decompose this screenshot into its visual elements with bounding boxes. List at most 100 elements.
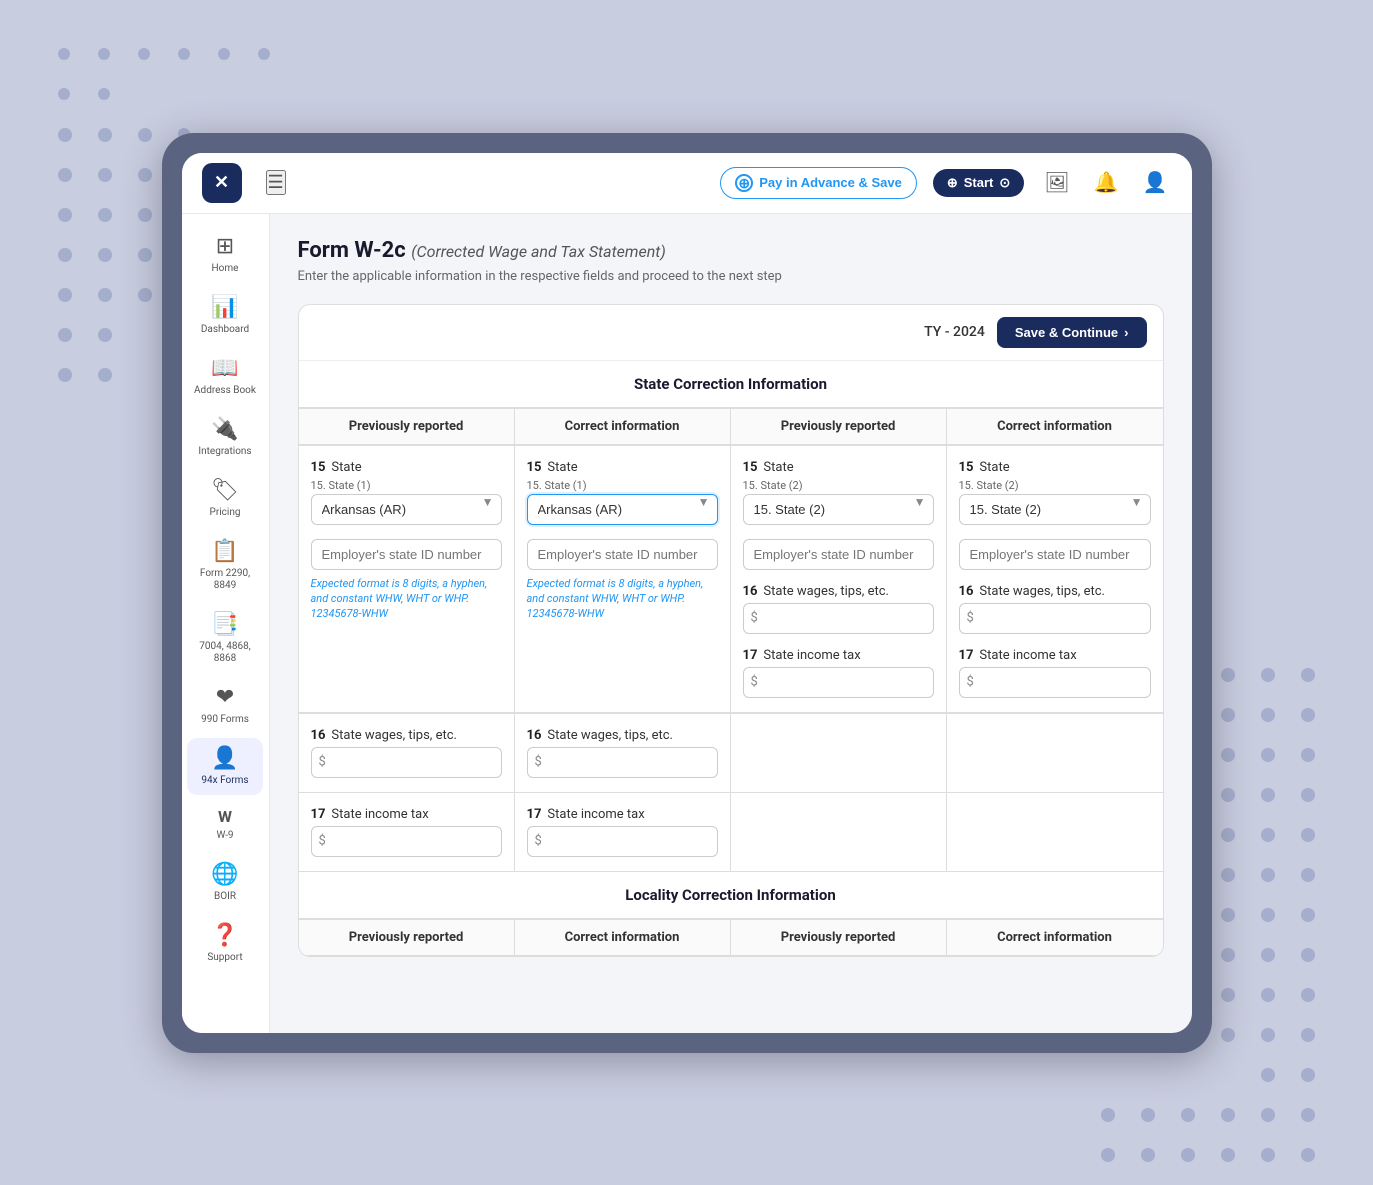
field17-correct1-input[interactable]	[527, 826, 718, 857]
field16-prev2-name: State wages, tips, etc.	[763, 584, 889, 599]
pay-advance-label: Pay in Advance & Save	[759, 175, 902, 190]
field15-prev2-sublabel: 15. State (2)	[743, 479, 934, 492]
f16p1-num: 16	[311, 728, 326, 743]
support-icon: ❓	[211, 923, 238, 948]
f16p1-name: State wages, tips, etc.	[331, 728, 457, 743]
employer-id-correct2-wrap	[959, 535, 1151, 570]
field15-prev2-num: 15	[743, 460, 758, 475]
field16-prev2-dollar-wrap: $	[743, 603, 934, 634]
field16-placeholder-c2	[947, 714, 1163, 792]
start-button[interactable]: ⊕ Start ⊙	[933, 169, 1024, 197]
field15-prev2-select[interactable]: 15. State (2)	[743, 494, 934, 525]
field15-prev1-select[interactable]: Arkansas (AR)	[311, 494, 502, 525]
sidebar-item-form2290[interactable]: 📋 Form 2290, 8849	[187, 531, 263, 600]
form2290-icon: 📋	[211, 539, 238, 564]
sidebar-label-w9: W-9	[217, 830, 234, 842]
field15-correct1-name: State	[547, 460, 577, 475]
field15-name: State	[331, 460, 361, 475]
sidebar-item-pricing[interactable]: 🏷 Pricing	[187, 470, 263, 527]
sidebar-label-7004: 7004, 4868, 8868	[193, 641, 257, 665]
field15-correct2-select-wrap: 15. State (2) 15. State (2) ▼	[959, 479, 1151, 525]
start-label: Start	[964, 175, 994, 190]
col-header-correct1: Correct information	[515, 409, 731, 445]
form-title-text: Form W-2c	[298, 238, 406, 263]
field15-num: 15	[311, 460, 326, 475]
field16-prev2-wrap: 16 State wages, tips, etc. $	[743, 584, 934, 634]
f17c1-num: 17	[527, 807, 542, 822]
sidebar-label-form2290: Form 2290, 8849	[193, 568, 257, 592]
f16c1-num: 16	[527, 728, 542, 743]
user-icon-button[interactable]: 👤	[1139, 166, 1172, 199]
sidebar-label-990forms: 990 Forms	[201, 714, 249, 726]
sidebar-item-7004[interactable]: 📑 7004, 4868, 8868	[187, 604, 263, 673]
sidebar-item-addressbook[interactable]: 📖 Address Book	[187, 348, 263, 405]
field16-prev1-input[interactable]	[311, 747, 502, 778]
employer-id-correct1-input[interactable]	[527, 539, 718, 570]
sidebar-item-boir[interactable]: 🌐 BOIR	[187, 854, 263, 911]
w9-icon: W	[218, 807, 232, 826]
bell-icon-button[interactable]: 🔔	[1090, 166, 1123, 199]
col-header-prev2: Previously reported	[731, 409, 947, 445]
field15-prev1-sublabel: 15. State (1)	[311, 479, 502, 492]
pay-advance-button[interactable]: ⊕ Pay in Advance & Save	[720, 167, 917, 199]
app-logo: ✕	[202, 163, 242, 203]
field15-correct2-select[interactable]: 15. State (2)	[959, 494, 1151, 525]
field17-prev2-dollar-wrap: $	[743, 667, 934, 698]
sidebar-item-94x[interactable]: 👤 94x Forms	[187, 738, 263, 795]
field15-correct2-name: State	[979, 460, 1009, 475]
field16-correct2-num: 16	[959, 584, 974, 599]
field15-correct1-select-wrap: 15. State (1) Arkansas (AR) ▼	[527, 479, 718, 525]
sidebar-item-support[interactable]: ❓ Support	[187, 915, 263, 972]
dollar-sign-f17c1: $	[535, 834, 542, 849]
hint-prev1: Expected format is 8 digits, a hyphen, a…	[311, 576, 502, 622]
field16-prev1-label-row: 16 State wages, tips, etc.	[311, 728, 502, 743]
employer-id-prev1-input[interactable]	[311, 539, 502, 570]
field17-correct2-label-row: 17 State income tax	[959, 648, 1151, 663]
dollar-sign-f16p1: $	[319, 755, 326, 770]
field16-correct2-label-row: 16 State wages, tips, etc.	[959, 584, 1151, 599]
dollar-sign-17-prev2: $	[751, 675, 758, 690]
f17c1-dollar-wrap: $	[527, 826, 718, 857]
field16-prev2-input[interactable]	[743, 603, 934, 634]
field17-prev2-input[interactable]	[743, 667, 934, 698]
locality-col-headers: Previously reported Correct information …	[299, 919, 1163, 956]
field15-prev1-cell: 15 State 15. State (1) Arkansas (AR) ▼	[299, 446, 515, 713]
save-continue-arrow: ›	[1124, 325, 1128, 340]
employer-id-correct1-wrap	[527, 535, 718, 570]
f17c1-name: State income tax	[547, 807, 644, 822]
sidebar-label-94x: 94x Forms	[201, 775, 248, 787]
top-nav: ✕ ☰ ⊕ Pay in Advance & Save ⊕ Start ⊙ 🖼 …	[182, 153, 1192, 214]
field17-prev1-label-row: 17 State income tax	[311, 807, 502, 822]
employer-id-prev2-input[interactable]	[743, 539, 934, 570]
field15-correct1-select[interactable]: Arkansas (AR)	[527, 494, 718, 525]
sidebar-item-home[interactable]: ⊞ Home	[187, 226, 263, 283]
employer-id-correct2-input[interactable]	[959, 539, 1151, 570]
page-title: Form W-2c (Corrected Wage and Tax Statem…	[298, 238, 1164, 263]
sidebar-label-dashboard: Dashboard	[201, 324, 249, 336]
field16-correct2-name: State wages, tips, etc.	[979, 584, 1105, 599]
sidebar-label-integrations: Integrations	[198, 446, 251, 458]
state-correction-section-title: State Correction Information	[299, 361, 1163, 408]
field17-prev2-wrap: 17 State income tax $	[743, 648, 934, 698]
form-subtitle: (Corrected Wage and Tax Statement)	[411, 242, 666, 261]
field16-prev2-label-row: 16 State wages, tips, etc.	[743, 584, 934, 599]
field17-correct2-input[interactable]	[959, 667, 1151, 698]
field16-correct1-input[interactable]	[527, 747, 718, 778]
save-continue-button[interactable]: Save & Continue ›	[997, 317, 1147, 348]
form-description: Enter the applicable information in the …	[298, 269, 1164, 284]
field16-correct2-input[interactable]	[959, 603, 1151, 634]
dollar-sign-f17p1: $	[319, 834, 326, 849]
save-continue-label: Save & Continue	[1015, 325, 1118, 340]
sidebar-item-integrations[interactable]: 🔌 Integrations	[187, 409, 263, 466]
field16-prev1-cell: 16 State wages, tips, etc. $	[299, 714, 515, 792]
sidebar-label-boir: BOIR	[214, 891, 236, 903]
field16-placeholder-p2	[731, 714, 947, 792]
image-icon-button[interactable]: 🖼	[1040, 166, 1073, 199]
field17-prev1-input[interactable]	[311, 826, 502, 857]
hamburger-button[interactable]: ☰	[266, 170, 286, 195]
sidebar-item-dashboard[interactable]: 📊 Dashboard	[187, 287, 263, 344]
col-headers-row: Previously reported Correct information …	[299, 408, 1163, 445]
sidebar: ⊞ Home 📊 Dashboard 📖 Address Book 🔌 Inte…	[182, 214, 270, 1033]
sidebar-item-990forms[interactable]: ❤ 990 Forms	[187, 677, 263, 734]
sidebar-item-w9[interactable]: W W-9	[187, 799, 263, 850]
